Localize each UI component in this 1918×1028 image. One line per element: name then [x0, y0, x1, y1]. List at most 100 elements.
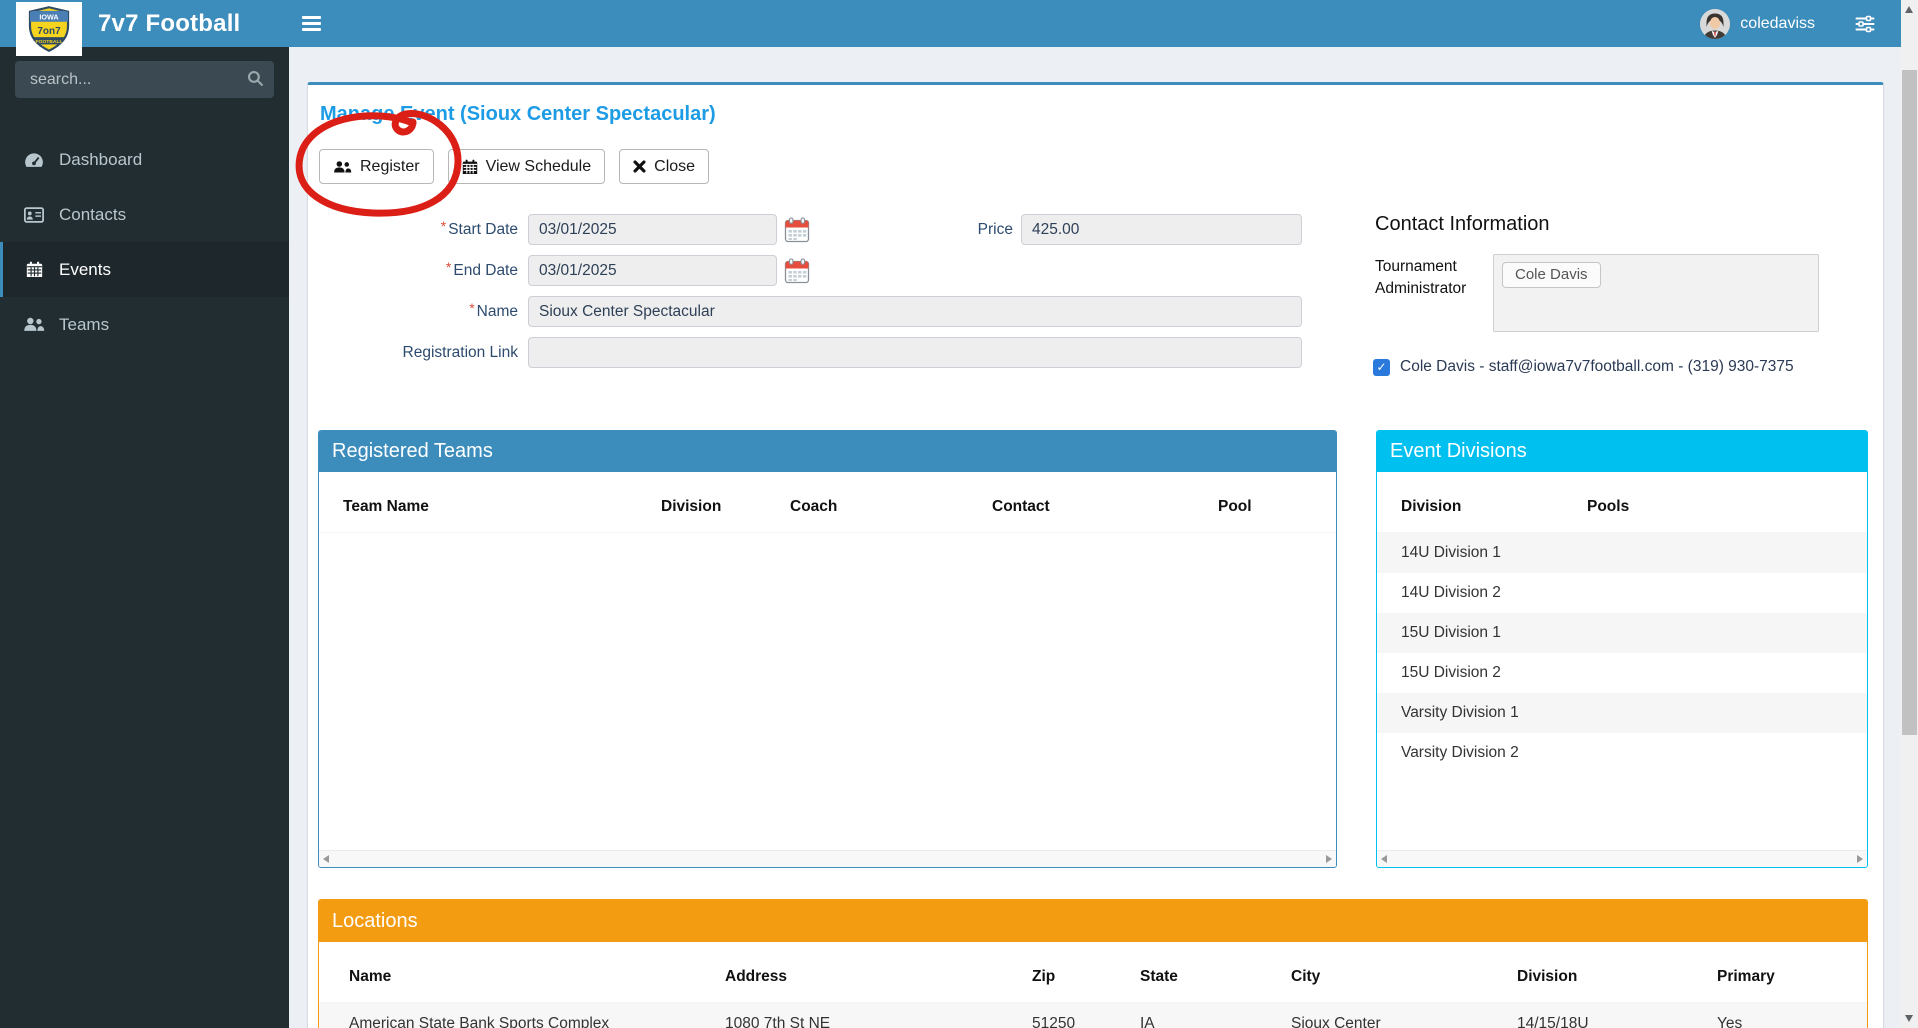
iowa-7v7-logo: IOWA 7on7 FOOTBALL — [16, 2, 82, 56]
id-card-icon — [22, 207, 46, 223]
admin-chip[interactable]: Cole Davis — [1502, 262, 1601, 288]
calendar-icon — [462, 159, 478, 175]
locations-header: Locations — [319, 900, 1867, 942]
sidebar-item-contacts[interactable]: Contacts — [0, 187, 289, 242]
scroll-left-arrow-icon[interactable] — [1381, 855, 1387, 863]
col-address: Address — [695, 942, 1002, 1003]
horizontal-scrollbar[interactable] — [1377, 850, 1867, 867]
division-row[interactable]: 14U Division 2 — [1377, 573, 1867, 613]
manage-event-panel: Manage Event (Sioux Center Spectacular) … — [307, 82, 1884, 1028]
top-navbar: IOWA 7on7 FOOTBALL 7v7 Football coled — [0, 0, 1918, 47]
contact-information-heading: Contact Information — [1375, 213, 1550, 236]
sidebar-item-label: Dashboard — [59, 150, 142, 170]
table-header-row: Division Pools — [1377, 472, 1867, 533]
registration-link-label: Registration Link — [308, 344, 518, 362]
svg-text:IOWA: IOWA — [39, 12, 59, 21]
horizontal-scrollbar[interactable] — [319, 850, 1336, 867]
scroll-right-arrow-icon[interactable] — [1857, 855, 1863, 863]
users-icon — [22, 317, 46, 332]
col-division: Division — [637, 472, 766, 533]
event-divisions-panel: Event Divisions Division Pools 14U Divis… — [1376, 430, 1868, 868]
event-name-input[interactable] — [528, 296, 1302, 327]
sidebar-item-label: Events — [59, 260, 111, 280]
view-schedule-button-label: View Schedule — [486, 158, 592, 176]
sidebar-toggle-icon[interactable] — [302, 16, 321, 31]
username[interactable]: coledaviss — [1740, 15, 1815, 33]
col-contact: Contact — [968, 472, 1194, 533]
tournament-administrator-select[interactable]: Cole Davis — [1493, 254, 1819, 332]
register-button[interactable]: Register — [319, 149, 434, 184]
registered-teams-table: Team Name Division Coach Contact Pool — [319, 472, 1336, 533]
name-label: *Name — [308, 303, 518, 321]
division-row[interactable]: Varsity Division 2 — [1377, 733, 1867, 773]
navbar-user-area: coledaviss — [1700, 0, 1875, 47]
sidebar-menu: Dashboard Contacts Events Teams — [0, 132, 289, 352]
division-row[interactable]: 15U Division 1 — [1377, 613, 1867, 653]
tournament-administrator-label: Tournament Administrator — [1375, 256, 1493, 299]
brand[interactable]: IOWA 7on7 FOOTBALL 7v7 Football — [0, 0, 289, 47]
col-pools: Pools — [1563, 472, 1867, 533]
calendar-icon — [22, 261, 46, 278]
sidebar-item-label: Teams — [59, 315, 109, 335]
contact-checkbox[interactable]: ✓ — [1373, 359, 1390, 376]
location-row[interactable]: American State Bank Sports Complex 1080 … — [319, 1003, 1867, 1028]
locations-panel: Locations Name Address Zip State City Di… — [318, 899, 1868, 1028]
search-icon[interactable] — [247, 70, 264, 92]
locations-table: Name Address Zip State City Division Pri… — [319, 942, 1867, 1028]
dashboard-gauge-icon — [22, 152, 46, 168]
scrollbar-thumb[interactable] — [1902, 70, 1917, 735]
col-division: Division — [1377, 472, 1563, 533]
start-date-input[interactable] — [528, 214, 777, 245]
price-input[interactable] — [1021, 214, 1302, 245]
scroll-down-arrow-icon[interactable] — [1905, 1015, 1913, 1022]
sidebar-item-events[interactable]: Events — [0, 242, 289, 297]
event-divisions-table: Division Pools 14U Division 1 14U Divisi… — [1377, 472, 1867, 773]
scroll-left-arrow-icon[interactable] — [323, 855, 329, 863]
sidebar-item-teams[interactable]: Teams — [0, 297, 289, 352]
page-title: Manage Event (Sioux Center Spectacular) — [320, 103, 716, 126]
col-state: State — [1110, 942, 1261, 1003]
sidebar-item-label: Contacts — [59, 205, 126, 225]
scroll-right-arrow-icon[interactable] — [1326, 855, 1332, 863]
sidebar-search — [15, 61, 274, 98]
contact-checkbox-label: Cole Davis - staff@iowa7v7football.com -… — [1400, 358, 1794, 376]
col-coach: Coach — [766, 472, 968, 533]
event-divisions-header: Event Divisions — [1377, 431, 1867, 472]
table-header-row: Team Name Division Coach Contact Pool — [319, 472, 1336, 533]
svg-text:7on7: 7on7 — [37, 26, 61, 37]
col-city: City — [1261, 942, 1487, 1003]
toolbar: Register View Schedule Close — [319, 149, 709, 184]
view-schedule-button[interactable]: View Schedule — [448, 149, 606, 184]
division-row[interactable]: 14U Division 1 — [1377, 533, 1867, 574]
col-zip: Zip — [1002, 942, 1110, 1003]
event-divisions-body: 14U Division 1 14U Division 2 15U Divisi… — [1377, 533, 1867, 774]
end-date-picker-icon[interactable] — [784, 258, 810, 284]
end-date-row: *End Date — [308, 255, 810, 286]
sidebar-item-dashboard[interactable]: Dashboard — [0, 132, 289, 187]
close-button[interactable]: Close — [619, 149, 709, 184]
search-input[interactable] — [15, 61, 274, 98]
registration-link-input[interactable] — [528, 337, 1302, 368]
registered-teams-header: Registered Teams — [319, 431, 1336, 472]
close-button-label: Close — [654, 158, 695, 176]
crest-icon: IOWA 7on7 FOOTBALL — [20, 4, 78, 54]
end-date-label: *End Date — [308, 262, 518, 280]
controls-sliders-icon[interactable] — [1855, 15, 1875, 33]
division-row[interactable]: 15U Division 2 — [1377, 653, 1867, 693]
price-label: Price — [873, 221, 1013, 239]
col-team-name: Team Name — [319, 472, 637, 533]
name-row: *Name — [308, 296, 1302, 327]
scroll-up-arrow-icon[interactable] — [1905, 6, 1913, 13]
start-date-label: *Start Date — [308, 221, 518, 239]
division-row[interactable]: Varsity Division 1 — [1377, 693, 1867, 733]
close-x-icon — [633, 160, 646, 173]
avatar[interactable] — [1700, 9, 1730, 39]
register-button-label: Register — [360, 158, 420, 176]
locations-body: American State Bank Sports Complex 1080 … — [319, 1003, 1867, 1028]
window-scrollbar[interactable] — [1901, 0, 1918, 1028]
check-icon: ✓ — [1376, 360, 1386, 374]
col-pool: Pool — [1194, 472, 1336, 533]
end-date-input[interactable] — [528, 255, 777, 286]
registration-link-row: Registration Link — [308, 337, 1302, 368]
start-date-picker-icon[interactable] — [784, 217, 810, 243]
